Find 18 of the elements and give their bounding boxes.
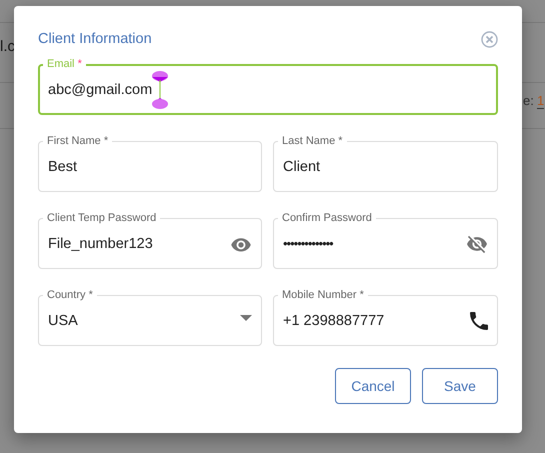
eye-slash-icon[interactable] xyxy=(466,234,488,254)
dialog-title: Client Information xyxy=(38,31,152,47)
phone-field[interactable]: Mobile Number * +1 2398887777 xyxy=(273,289,498,346)
password-field[interactable]: Confirm Password •••••••••••••• xyxy=(273,212,498,269)
text-field[interactable]: First Name * Best xyxy=(38,135,262,192)
cancel-button[interactable]: Cancel xyxy=(335,368,411,404)
text-field[interactable]: Last Name * Client xyxy=(273,135,498,192)
country-dropdown[interactable]: Country * USA xyxy=(38,289,262,346)
save-button[interactable]: Save xyxy=(422,368,498,404)
phone-icon xyxy=(470,312,488,330)
eye-icon[interactable] xyxy=(230,236,252,252)
text-cursor-icon xyxy=(151,70,170,108)
background-text: l.c xyxy=(0,38,15,55)
background-text: e: xyxy=(523,93,534,108)
background-text: 1 xyxy=(537,93,544,109)
password-field[interactable]: Client Temp Password File_number123 xyxy=(38,212,262,269)
dropdown-caret-icon[interactable] xyxy=(240,314,252,320)
text-field[interactable]: Email * abc@gmail.com xyxy=(38,58,498,115)
